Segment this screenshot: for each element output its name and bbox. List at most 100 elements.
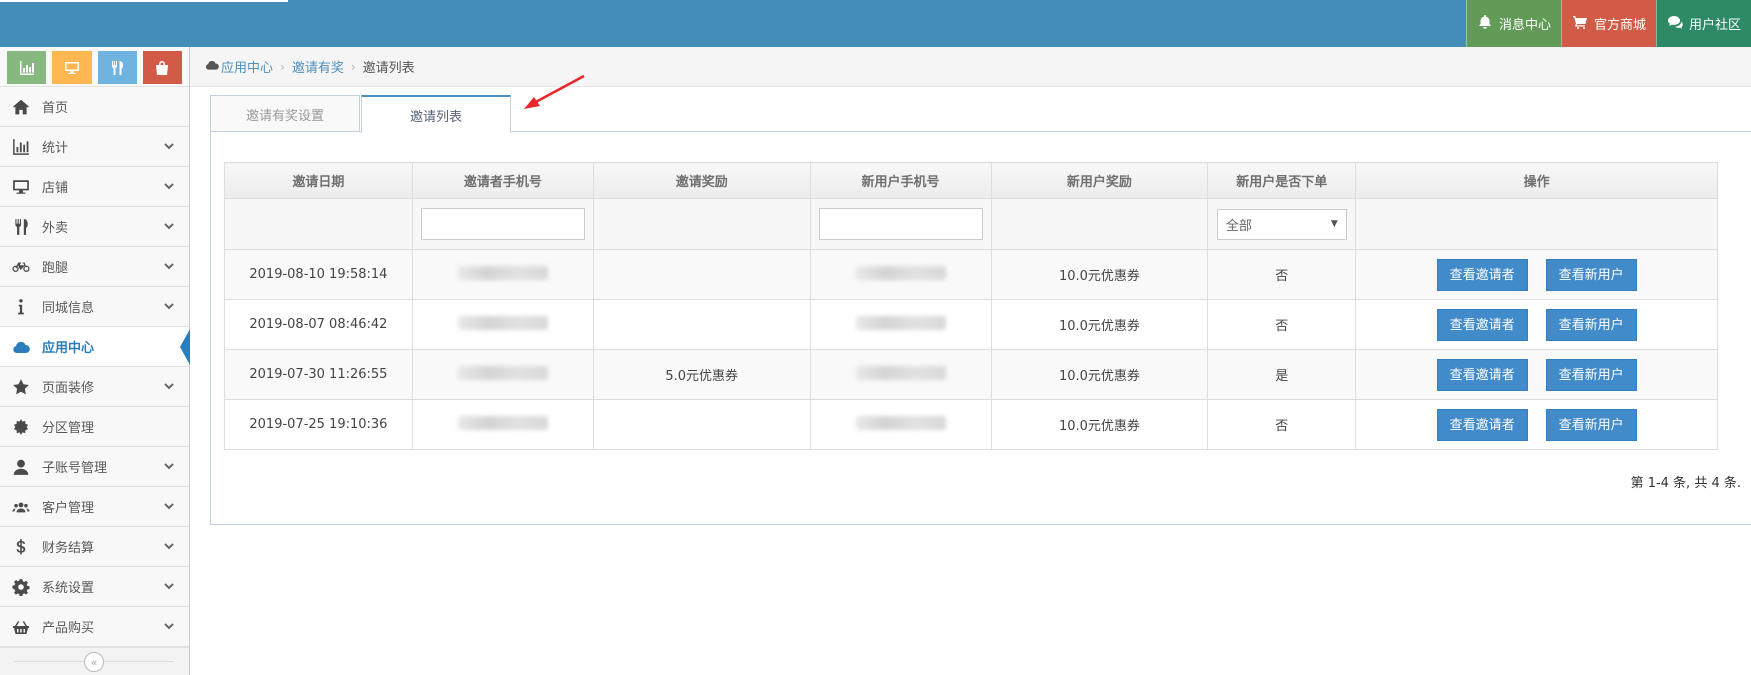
sidebar-item-zone-management[interactable]: 分区管理 xyxy=(0,407,189,447)
shortcut-purchase-button[interactable] xyxy=(142,51,182,84)
user-community-button[interactable]: 用户社区 xyxy=(1655,0,1751,47)
table-row: 2019-07-30 11:26:55 5.0元优惠券 10.0元优惠券 是 查… xyxy=(224,349,1718,400)
redacted-phone xyxy=(457,365,548,380)
sidebar-item-page-decoration[interactable]: 页面装修 xyxy=(0,367,189,407)
sidebar-item-statistics[interactable]: 统计 xyxy=(0,127,189,167)
sidebar-item-takeout[interactable]: 外卖 xyxy=(0,207,189,247)
view-inviter-button[interactable]: 查看邀请者 xyxy=(1436,358,1528,391)
new-user-reward-cell: 10.0元优惠券 xyxy=(990,399,1209,450)
view-new-user-button[interactable]: 查看新用户 xyxy=(1545,308,1637,341)
column-header[interactable]: 新用户是否下单 xyxy=(1207,162,1357,199)
bag-icon xyxy=(156,60,169,75)
cog-burst-icon xyxy=(12,418,34,436)
cloud-icon xyxy=(12,338,34,356)
shortcut-takeout-button[interactable] xyxy=(97,51,137,84)
pagination-summary: 第 1-4 条, 共 4 条. xyxy=(1630,476,1741,491)
sidebar-item-shop[interactable]: 店铺 xyxy=(0,167,189,207)
sidebar-item-local-info[interactable]: 同城信息 xyxy=(0,287,189,327)
redacted-phone xyxy=(855,415,946,430)
sidebar-collapse-button[interactable]: « xyxy=(84,652,104,672)
invite-date-cell: 2019-08-07 08:46:42 xyxy=(224,299,413,350)
table-row: 2019-08-07 08:46:42 10.0元优惠券 否 查看邀请者 查看新用… xyxy=(224,299,1718,350)
actions-cell: 查看邀请者 查看新用户 xyxy=(1355,349,1718,400)
chevron-down-icon xyxy=(163,500,175,512)
shortcut-statistics-button[interactable] xyxy=(7,51,47,84)
redacted-phone xyxy=(855,265,946,280)
chevron-down-icon xyxy=(163,140,175,152)
column-header[interactable]: 邀请奖励 xyxy=(592,162,811,199)
tab-content-panel: 邀请日期 邀请者手机号 邀请奖励 新用户手机号 新用户奖励 新用户是否下单 操作… xyxy=(210,131,1751,525)
comments-icon xyxy=(1667,14,1683,34)
sidebar-item-label: 财务结算 xyxy=(42,541,95,556)
sidebar-item-label: 店铺 xyxy=(42,181,69,196)
bar-chart-icon xyxy=(12,138,34,156)
new-user-reward-cell: 10.0元优惠券 xyxy=(990,249,1209,300)
new-user-reward-cell: 10.0元优惠券 xyxy=(990,299,1209,350)
bicycle-icon xyxy=(12,258,34,276)
inviter-reward-cell: 5.0元优惠券 xyxy=(592,349,811,400)
annotation-arrow-icon xyxy=(524,74,585,109)
sidebar-shortcuts xyxy=(0,47,189,87)
official-store-button[interactable]: 官方商城 xyxy=(1560,0,1656,47)
sidebar-item-sub-account[interactable]: 子账号管理 xyxy=(0,447,189,487)
view-new-user-button[interactable]: 查看新用户 xyxy=(1545,258,1637,291)
new-user-phone-filter-input[interactable] xyxy=(818,208,983,240)
filter-cell: 全部 ▼ xyxy=(1207,198,1357,250)
view-new-user-button[interactable]: 查看新用户 xyxy=(1545,358,1637,391)
table-row: 2019-08-10 19:58:14 10.0元优惠券 否 查看邀请者 查看新用… xyxy=(224,249,1718,300)
chevron-down-icon xyxy=(163,460,175,472)
sidebar-item-label: 产品购买 xyxy=(42,621,95,636)
sidebar-item-finance[interactable]: 财务结算 xyxy=(0,527,189,567)
redacted-phone xyxy=(855,365,946,380)
view-new-user-button[interactable]: 查看新用户 xyxy=(1545,408,1637,441)
invite-date-cell: 2019-07-30 11:26:55 xyxy=(224,349,413,400)
message-center-label: 消息中心 xyxy=(1498,18,1551,33)
new-user-reward-cell: 10.0元优惠券 xyxy=(990,349,1209,400)
ordered-cell: 否 xyxy=(1207,399,1357,450)
info-icon xyxy=(12,298,34,316)
message-center-button[interactable]: 消息中心 xyxy=(1465,0,1561,47)
column-header[interactable]: 新用户奖励 xyxy=(990,162,1209,199)
sidebar-item-app-center[interactable]: 应用中心 xyxy=(0,327,190,367)
breadcrumb-link-invite-reward[interactable]: 邀请有奖 xyxy=(292,57,344,76)
inviter-phone-cell xyxy=(411,399,594,450)
view-inviter-button[interactable]: 查看邀请者 xyxy=(1436,408,1528,441)
filter-cell xyxy=(592,198,811,250)
sidebar-item-product-purchase[interactable]: 产品购买 xyxy=(0,607,189,647)
sidebar-item-system-settings[interactable]: 系统设置 xyxy=(0,567,189,607)
sidebar-item-errand[interactable]: 跑腿 xyxy=(0,247,189,287)
tab-invite-settings[interactable]: 邀请有奖设置 xyxy=(210,95,360,132)
shortcut-shop-button[interactable] xyxy=(52,51,92,84)
filter-cell xyxy=(809,198,992,250)
column-header[interactable]: 邀请者手机号 xyxy=(411,162,594,199)
actions-cell: 查看邀请者 查看新用户 xyxy=(1355,249,1718,300)
cloud-icon xyxy=(205,58,221,76)
sidebar: 首页 统计 店铺 外卖 跑腿 同城信息 应用中心 页面装修 分区管理 子账号管理… xyxy=(0,47,190,675)
tab-bar: 邀请有奖设置 邀请列表 xyxy=(210,95,512,133)
new-user-phone-cell xyxy=(809,249,992,300)
view-inviter-button[interactable]: 查看邀请者 xyxy=(1436,308,1528,341)
inviter-reward-cell xyxy=(592,249,811,300)
ordered-filter-select[interactable]: 全部 ▼ xyxy=(1216,208,1347,240)
cart-icon xyxy=(1572,14,1588,34)
tab-invite-list[interactable]: 邀请列表 xyxy=(361,95,511,133)
sidebar-item-customer-management[interactable]: 客户管理 xyxy=(0,487,189,527)
desktop-icon xyxy=(64,61,79,74)
breadcrumb-link-app-center[interactable]: 应用中心 xyxy=(221,57,273,76)
column-header[interactable]: 新用户手机号 xyxy=(809,162,992,199)
sidebar-item-label: 同城信息 xyxy=(42,301,95,316)
breadcrumb-current: 邀请列表 xyxy=(362,61,415,76)
home-icon xyxy=(12,98,34,116)
redacted-phone xyxy=(457,265,548,280)
view-inviter-button[interactable]: 查看邀请者 xyxy=(1436,258,1528,291)
sidebar-item-home[interactable]: 首页 xyxy=(0,87,189,127)
column-header[interactable]: 邀请日期 xyxy=(224,162,413,199)
gear-icon xyxy=(12,578,34,596)
redacted-phone xyxy=(457,415,548,430)
new-user-phone-cell xyxy=(809,349,992,400)
sidebar-item-label: 页面装修 xyxy=(42,381,95,396)
chevron-down-icon xyxy=(163,300,175,312)
inviter-phone-cell xyxy=(411,249,594,300)
ordered-cell: 是 xyxy=(1207,349,1357,400)
inviter-phone-filter-input[interactable] xyxy=(420,208,585,240)
